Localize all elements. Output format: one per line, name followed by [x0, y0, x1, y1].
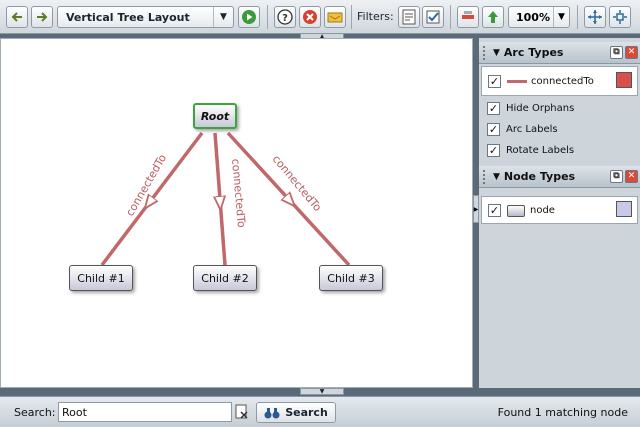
- binoculars-icon: [264, 407, 280, 418]
- hide-orphans-checkbox[interactable]: ✓: [487, 102, 500, 115]
- toolbar-divider: [267, 5, 268, 29]
- fit-to-window-button[interactable]: [584, 6, 606, 28]
- node-types-title: Node Types: [503, 170, 576, 183]
- export-icon: [327, 12, 343, 23]
- hide-orphans-label: Hide Orphans: [506, 103, 575, 114]
- graph-node-child-2[interactable]: Child #2: [193, 265, 257, 291]
- filter-list-icon: [402, 9, 416, 25]
- search-button[interactable]: Search: [256, 402, 336, 423]
- search-bar: Search: Search Found 1 matching node: [0, 396, 640, 427]
- arc-type-item[interactable]: ✓ connectedTo: [486, 71, 636, 92]
- toolbar-divider: [450, 5, 451, 29]
- center-view-icon: [613, 10, 627, 24]
- triangle-down-icon: ▼: [493, 47, 500, 58]
- chevron-down-icon: ▼: [553, 7, 569, 27]
- hide-orphans-option[interactable]: ✓ Hide Orphans: [479, 98, 640, 119]
- filter-check-icon: [426, 10, 440, 24]
- node-label: Child #2: [201, 271, 249, 285]
- graph-edges: connectedTo connectedTo connectedTo: [100, 131, 351, 267]
- collapse-icon: [462, 11, 474, 19]
- center-view-button[interactable]: [609, 6, 631, 28]
- zoom-select[interactable]: 100% ▼: [508, 6, 570, 28]
- arrow-left-icon: [11, 12, 22, 22]
- clear-search-icon[interactable]: [234, 403, 250, 421]
- search-input[interactable]: [58, 402, 232, 422]
- node-shape-icon: [507, 204, 525, 217]
- filters-label: Filters:: [357, 10, 394, 23]
- popout-icon[interactable]: ⧉: [610, 170, 623, 183]
- node-type-list: ✓ node: [481, 196, 638, 224]
- close-icon[interactable]: ✕: [625, 170, 638, 183]
- color-swatch[interactable]: [616, 72, 632, 88]
- edge-label: connectedTo: [270, 153, 325, 215]
- toolbar: Vertical Tree Layout ▼ ? Filters: 100% ▼: [0, 0, 640, 34]
- rotate-labels-option[interactable]: ✓ Rotate Labels: [479, 140, 640, 161]
- arc-types-header[interactable]: ▼ Arc Types ⧉ ✕: [479, 42, 640, 64]
- toolbar-divider: [351, 5, 352, 29]
- bottom-collapse-toggle[interactable]: ▼: [300, 388, 344, 395]
- search-label: Search:: [14, 406, 56, 419]
- color-swatch[interactable]: [616, 201, 632, 217]
- graph-canvas[interactable]: connectedTo connectedTo connectedTo Root…: [0, 38, 473, 388]
- node-type-checkbox[interactable]: ✓: [488, 204, 501, 217]
- zoom-value: 100%: [516, 10, 550, 24]
- rotate-labels-label: Rotate Labels: [506, 145, 575, 156]
- arrow-right-icon: [37, 12, 48, 22]
- arc-type-list: ✓ connectedTo: [481, 66, 638, 96]
- export-button[interactable]: [324, 6, 346, 28]
- expand-icon: [488, 11, 498, 23]
- arc-types-title: Arc Types: [503, 46, 564, 59]
- svg-text:?: ?: [282, 13, 288, 24]
- back-button[interactable]: [6, 6, 28, 28]
- stop-icon: [303, 10, 317, 24]
- arc-type-checkbox[interactable]: ✓: [488, 75, 501, 88]
- drag-handle-icon[interactable]: [483, 45, 489, 60]
- chevron-right-icon: ▶: [473, 205, 479, 213]
- node-label: Child #3: [327, 271, 375, 285]
- expand-button[interactable]: [482, 6, 504, 28]
- node-label: Root: [200, 109, 230, 123]
- filter-nodes-button[interactable]: [422, 6, 444, 28]
- search-button-label: Search: [285, 406, 328, 419]
- arc-type-label: connectedTo: [531, 76, 594, 87]
- help-button[interactable]: ?: [274, 6, 296, 28]
- filter-arcs-button[interactable]: [398, 6, 420, 28]
- node-types-header[interactable]: ▼ Node Types ⧉ ✕: [479, 166, 640, 188]
- triangle-down-icon: ▼: [493, 171, 500, 182]
- chevron-down-icon: ▼: [213, 7, 233, 27]
- run-layout-button[interactable]: [238, 6, 260, 28]
- side-panel: ▼ Arc Types ⧉ ✕ ✓ connectedTo ✓ Hide Orp…: [479, 38, 640, 388]
- arc-labels-label: Arc Labels: [506, 124, 558, 135]
- arc-labels-option[interactable]: ✓ Arc Labels: [479, 119, 640, 140]
- graph-node-child-3[interactable]: Child #3: [319, 265, 383, 291]
- line-swatch-icon: [507, 80, 527, 83]
- popout-icon[interactable]: ⧉: [610, 46, 623, 59]
- forward-button[interactable]: [31, 6, 53, 28]
- node-type-label: node: [530, 205, 555, 216]
- stop-button[interactable]: [299, 6, 321, 28]
- drag-handle-icon[interactable]: [483, 169, 489, 184]
- layout-select-value: Vertical Tree Layout: [66, 10, 190, 24]
- play-icon: [242, 10, 256, 24]
- fit-window-icon: [588, 10, 602, 24]
- node-label: Child #1: [77, 271, 125, 285]
- rotate-labels-checkbox[interactable]: ✓: [487, 144, 500, 157]
- arc-labels-checkbox[interactable]: ✓: [487, 123, 500, 136]
- close-icon[interactable]: ✕: [625, 46, 638, 59]
- graph-node-child-1[interactable]: Child #1: [69, 265, 133, 291]
- chevron-down-icon: ▼: [319, 388, 325, 395]
- node-type-item[interactable]: ✓ node: [486, 200, 636, 221]
- toolbar-divider: [577, 5, 578, 29]
- help-icon: ?: [277, 9, 293, 25]
- collapse-button[interactable]: [457, 6, 479, 28]
- search-status: Found 1 matching node: [497, 406, 628, 419]
- edge-label: connectedTo: [229, 158, 248, 228]
- graph-node-root[interactable]: Root: [193, 103, 237, 129]
- layout-select[interactable]: Vertical Tree Layout ▼: [57, 6, 234, 28]
